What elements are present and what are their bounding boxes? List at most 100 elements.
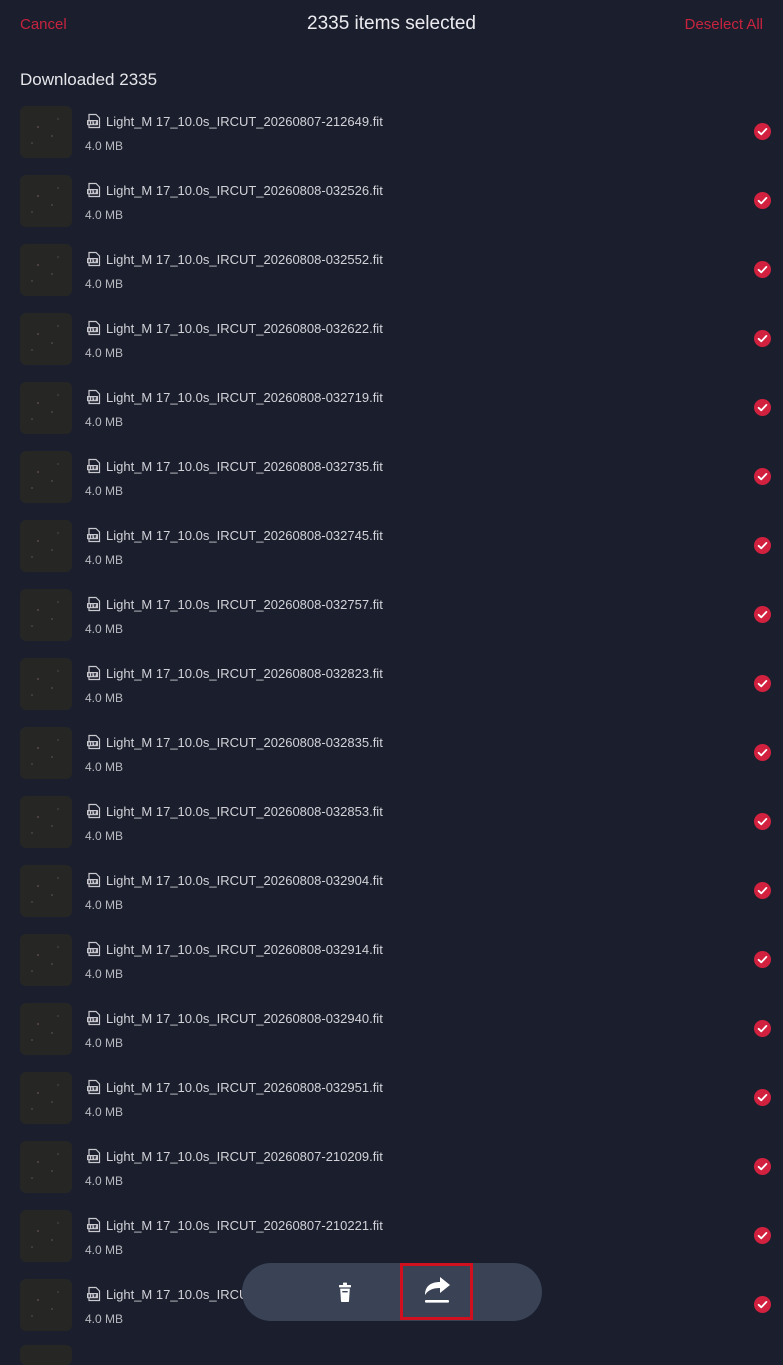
selected-check-icon[interactable] [754,1020,771,1037]
fit-file-icon [87,458,101,474]
file-row[interactable]: Light_M 17_10.0s_IRCUT_20260808-032951.f… [0,1070,783,1139]
file-row[interactable]: Light_M 17_10.0s_IRCUT_20260808-032622.f… [0,311,783,380]
file-row[interactable]: Light_M 17_10.0s_IRCUT_20260808-032526.f… [0,173,783,242]
file-thumbnail [20,451,72,503]
selected-check-icon[interactable] [754,1296,771,1313]
selected-check-icon[interactable] [754,192,771,209]
trash-icon [339,1282,351,1302]
file-thumbnail [20,589,72,641]
file-row[interactable]: Light_M 17_10.0s_IRCUT_20260808-032757.f… [0,587,783,656]
file-size: 4.0 MB [85,967,124,981]
file-thumbnail [20,934,72,986]
file-name: Light_M 17_10.0s_IRCUT_20260808-032835.f… [106,735,383,750]
file-name: Light_M 17_10.0s_IRCUT_20260807-210209.f… [106,1149,383,1164]
fit-file-icon [87,113,101,129]
file-thumbnail [20,106,72,158]
fit-file-icon [87,1148,101,1164]
file-thumbnail [20,1003,72,1055]
fit-file-icon [87,251,101,267]
file-thumbnail [20,382,72,434]
selected-check-icon[interactable] [754,261,771,278]
file-thumbnail [20,175,72,227]
file-size: 4.0 MB [85,208,124,222]
file-name: Light_M 17_10.0s_IRCUT_20260807-212649.f… [106,114,383,129]
file-size: 4.0 MB [85,760,124,774]
file-row[interactable]: Light_M 17_10.0s_IRCUT_20260808-032552.f… [0,242,783,311]
file-size: 4.0 MB [85,691,124,705]
action-bar [242,1263,542,1321]
selected-check-icon[interactable] [754,399,771,416]
file-row[interactable]: Light_M 17_10.0s_IRCUT_20260808-032940.f… [0,1001,783,1070]
file-name: Light_M 17_10.0s_IRCUT_20260808-032853.f… [106,804,383,819]
file-list: Light_M 17_10.0s_IRCUT_20260807-212649.f… [0,104,783,1346]
selected-check-icon[interactable] [754,606,771,623]
file-row[interactable]: Light_M 17_10.0s_IRCUT_20260808-032735.f… [0,449,783,518]
file-size: 4.0 MB [85,1105,124,1119]
file-name: Light_M 17_10.0s_IRCUT_20260808-032904.f… [106,873,383,888]
file-size: 4.0 MB [85,553,124,567]
selected-check-icon[interactable] [754,537,771,554]
file-name: Light_M 17_10.0s_IRCUT_20260808-032719.f… [106,390,383,405]
selected-check-icon[interactable] [754,744,771,761]
file-row[interactable]: Light_M 17_10.0s_IRCUT_20260808-032835.f… [0,725,783,794]
fit-file-icon [87,1010,101,1026]
fit-file-icon [87,1079,101,1095]
file-size: 4.0 MB [85,346,124,360]
file-size: 4.0 MB [85,1174,124,1188]
file-name: Light_M 17_10.0s_IRCUT_20260808-032914.f… [106,942,383,957]
file-row[interactable]: Light_M 17_10.0s_IRCUT_20260808-032745.f… [0,518,783,587]
fit-file-icon [87,320,101,336]
file-thumbnail [20,1345,72,1365]
fit-file-icon [87,1286,101,1302]
selected-check-icon[interactable] [754,675,771,692]
file-row[interactable]: Light_M 17_10.0s_IRCUT_20260808-032719.f… [0,380,783,449]
fit-file-icon [87,872,101,888]
file-row[interactable]: Light_M 17_10.0s_IRCUT_20260808-032914.f… [0,932,783,1001]
file-thumbnail [20,796,72,848]
page-title: 2335 items selected [307,13,476,34]
file-name: Light_M 17_10.0s_IRCUT_20260808-032745.f… [106,528,383,543]
selected-check-icon[interactable] [754,882,771,899]
file-size: 4.0 MB [85,1243,124,1257]
selected-check-icon[interactable] [754,1158,771,1175]
file-thumbnail [20,313,72,365]
file-row[interactable]: Light_M 17_10.0s_IRCUT_20260807-212649.f… [0,104,783,173]
file-name: Light_M 17_10.0s_IRCUT_20260808-032940.f… [106,1011,383,1026]
file-thumbnail [20,1141,72,1193]
file-thumbnail [20,1072,72,1124]
fit-file-icon [87,734,101,750]
file-size: 4.0 MB [85,1036,124,1050]
file-row[interactable]: Light_M 17_10.0s_IRCUT_20260808-032904.f… [0,863,783,932]
file-row[interactable]: Light_M 17_10.0s_IRCUT_20260807-210209.f… [0,1139,783,1208]
file-thumbnail [20,520,72,572]
file-row[interactable]: Light_M 17_10.0s_IRCUT_20260808-032823.f… [0,656,783,725]
selected-check-icon[interactable] [754,813,771,830]
deselect-all-button[interactable]: Deselect All [685,16,763,33]
file-size: 4.0 MB [85,622,124,636]
file-thumbnail [20,658,72,710]
file-size: 4.0 MB [85,898,124,912]
file-name: Light_M 17_10.0s_IRCUT_20260808-032757.f… [106,597,383,612]
selected-check-icon[interactable] [754,1227,771,1244]
fit-file-icon [87,803,101,819]
fit-file-icon [87,182,101,198]
file-size: 4.0 MB [85,277,124,291]
fit-file-icon [87,596,101,612]
fit-file-icon [87,941,101,957]
selected-check-icon[interactable] [754,1089,771,1106]
selected-check-icon[interactable] [754,951,771,968]
file-name: Light_M 17_10.0s_IRCUT_20260808-032735.f… [106,459,383,474]
fit-file-icon [87,527,101,543]
file-row[interactable]: Light_M 17_10.0s_IRCUT_20260808-032853.f… [0,794,783,863]
file-thumbnail [20,727,72,779]
fit-file-icon [87,1217,101,1233]
file-name: Light_M 17_10.0s_IRCUT_20260807-210221.f… [106,1218,383,1233]
selected-check-icon[interactable] [754,123,771,140]
delete-button[interactable] [330,1277,360,1307]
file-name: Light_M 17_10.0s_IRCU [106,1287,249,1302]
file-name: Light_M 17_10.0s_IRCUT_20260808-032526.f… [106,183,383,198]
file-size: 4.0 MB [85,1312,124,1326]
selected-check-icon[interactable] [754,330,771,347]
section-title: Downloaded 2335 [20,70,158,89]
selected-check-icon[interactable] [754,468,771,485]
